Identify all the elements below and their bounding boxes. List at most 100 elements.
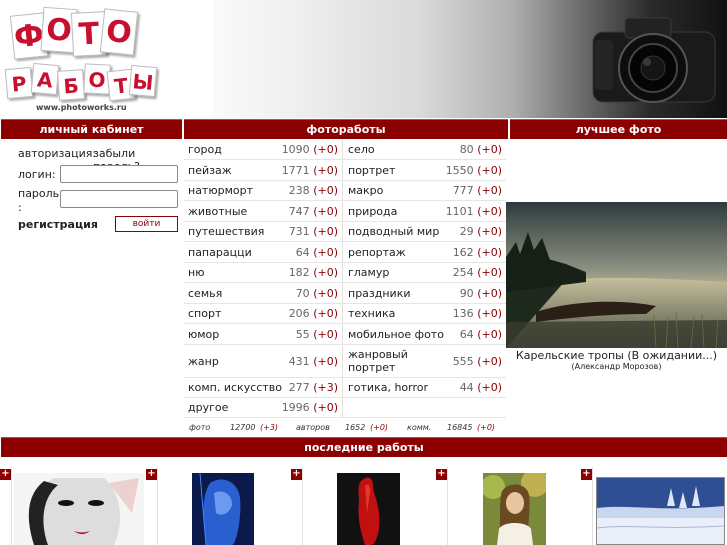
category-count: 29 (+0) <box>460 225 502 238</box>
category-name[interactable]: портрет <box>348 164 395 177</box>
add-icon[interactable]: + <box>291 469 302 480</box>
category-name[interactable]: пейзаж <box>188 164 232 177</box>
category-cell[interactable]: готика, horror 44 (+0) <box>344 378 506 397</box>
site-logo[interactable]: Ф О Т О Р А Б О Т Ы www.photoworks.ru <box>0 0 213 118</box>
category-delta: (+0) <box>313 266 338 279</box>
category-count: 70 (+0) <box>296 287 338 300</box>
category-delta: (+0) <box>313 355 338 368</box>
logo-letter: Р <box>4 66 34 100</box>
login-button[interactable]: войти <box>115 216 178 232</box>
category-cell[interactable]: мобильное фото 64 (+0) <box>344 324 506 344</box>
category-delta: (+0) <box>313 143 338 156</box>
category-name[interactable]: техника <box>348 307 395 320</box>
category-count: 55 (+0) <box>296 328 338 341</box>
category-row: папарацци 64 (+0) репортаж 162 (+0) <box>184 242 506 263</box>
add-icon[interactable]: + <box>0 469 11 480</box>
category-name[interactable]: готика, horror <box>348 381 428 394</box>
best-photo-title[interactable]: Карельские тропы (В ожидании...) <box>508 349 725 362</box>
category-cell[interactable]: спорт 206 (+0) <box>184 304 343 323</box>
category-name[interactable]: праздники <box>348 287 411 300</box>
category-count-value: 162 <box>452 246 474 259</box>
category-name[interactable]: гламур <box>348 266 389 279</box>
category-cell[interactable]: портрет 1550 (+0) <box>344 160 506 180</box>
best-photo-author[interactable]: (Александр Морозов) <box>508 362 725 371</box>
add-icon[interactable]: + <box>436 469 447 480</box>
category-name[interactable]: семья <box>188 287 222 300</box>
category-delta: (+0) <box>477 328 502 341</box>
category-name[interactable]: юмор <box>188 328 219 341</box>
category-name[interactable]: город <box>188 143 222 156</box>
best-photo-image[interactable] <box>506 202 727 348</box>
category-name[interactable]: комп. искусство <box>188 381 282 394</box>
category-cell[interactable]: путешествия 731 (+0) <box>184 222 343 241</box>
category-name[interactable]: подводный мир <box>348 225 439 238</box>
category-cell[interactable]: комп. искусство 277 (+3) <box>184 378 343 397</box>
category-count: 731 (+0) <box>289 225 338 238</box>
category-name[interactable]: макро <box>348 184 383 197</box>
category-cell[interactable]: семья 70 (+0) <box>184 283 343 303</box>
add-icon[interactable]: + <box>146 469 157 480</box>
category-delta: (+0) <box>313 225 338 238</box>
category-count-value: 44 <box>459 381 474 394</box>
category-cell[interactable]: папарацци 64 (+0) <box>184 242 343 262</box>
category-name[interactable]: жанр <box>188 355 219 368</box>
category-count-value: 1996 <box>281 401 310 414</box>
category-name[interactable]: спорт <box>188 307 221 320</box>
section-photos-header[interactable]: фотоработы <box>184 119 508 139</box>
category-name[interactable]: путешествия <box>188 225 264 238</box>
category-name[interactable]: другое <box>188 401 228 414</box>
category-cell[interactable]: животные 747 (+0) <box>184 201 343 221</box>
category-row: юмор 55 (+0) мобильное фото 64 (+0) <box>184 324 506 345</box>
category-name[interactable]: мобильное фото <box>348 328 444 341</box>
category-cell[interactable]: другое 1996 (+0) <box>184 398 343 417</box>
category-cell[interactable]: техника 136 (+0) <box>344 304 506 323</box>
category-delta: (+0) <box>313 328 338 341</box>
category-cell[interactable]: пейзаж 1771 (+0) <box>184 160 343 180</box>
category-name[interactable]: репортаж <box>348 246 406 259</box>
category-name[interactable]: природа <box>348 205 397 218</box>
category-delta: (+3) <box>313 381 338 394</box>
divider <box>302 467 303 545</box>
category-count-value: 90 <box>459 287 474 300</box>
category-cell[interactable]: юмор 55 (+0) <box>184 324 343 344</box>
category-cell[interactable]: репортаж 162 (+0) <box>344 242 506 262</box>
category-cell[interactable]: природа 1101 (+0) <box>344 201 506 221</box>
category-name[interactable]: папарацци <box>188 246 252 259</box>
password-input[interactable] <box>60 190 178 208</box>
stats-comments-delta: (+0) <box>477 423 496 432</box>
category-name[interactable]: село <box>348 143 375 156</box>
category-delta: (+0) <box>477 307 502 320</box>
category-cell[interactable]: жанр 431 (+0) <box>184 345 343 377</box>
category-count-value: 64 <box>459 328 474 341</box>
category-count-value: 80 <box>459 143 474 156</box>
latest-thumb-3[interactable] <box>337 473 400 545</box>
category-name[interactable]: животные <box>188 205 247 218</box>
category-cell[interactable]: город 1090 (+0) <box>184 140 343 159</box>
section-best-header: лучшее фото <box>510 119 727 139</box>
stats-row: фото 12700 (+3) авторов 1652 (+0) комм. … <box>184 421 506 436</box>
category-cell[interactable]: натюрморт 238 (+0) <box>184 181 343 200</box>
category-name[interactable]: натюрморт <box>188 184 253 197</box>
category-cell[interactable]: ню 182 (+0) <box>184 263 343 282</box>
category-count: 136 (+0) <box>453 307 502 320</box>
latest-thumb-2[interactable] <box>192 473 254 545</box>
category-name[interactable]: жанровый портрет <box>348 348 448 374</box>
category-cell[interactable]: гламур 254 (+0) <box>344 263 506 282</box>
latest-thumb-1[interactable] <box>14 473 144 545</box>
register-link[interactable]: регистрация <box>18 218 98 231</box>
thumb-frame <box>596 477 725 545</box>
category-count-value: 1090 <box>281 143 310 156</box>
category-cell[interactable]: макро 777 (+0) <box>344 181 506 200</box>
stats-authors-delta: (+0) <box>370 423 389 432</box>
category-count-value: 731 <box>288 225 310 238</box>
category-cell[interactable]: подводный мир 29 (+0) <box>344 222 506 241</box>
add-icon[interactable]: + <box>581 469 592 480</box>
category-cell[interactable]: жанровый портрет 555 (+0) <box>344 345 506 377</box>
category-cell[interactable]: село 80 (+0) <box>344 140 506 159</box>
login-input[interactable] <box>60 165 178 183</box>
stats-authors-label: авторов <box>296 423 330 432</box>
category-name[interactable]: ню <box>188 266 204 279</box>
category-cell[interactable]: праздники 90 (+0) <box>344 283 506 303</box>
latest-thumb-4[interactable] <box>483 473 546 545</box>
category-count: 206 (+0) <box>289 307 338 320</box>
